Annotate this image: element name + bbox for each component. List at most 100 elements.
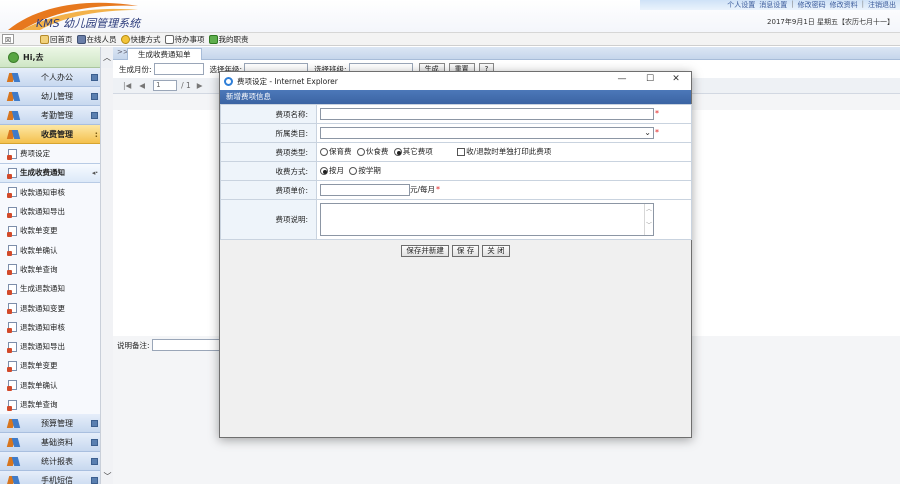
shortcuts-button[interactable]: 快捷方式 (120, 34, 161, 45)
fee-setting-dialog: 费项设定 - Internet Explorer — ☐ ✕ 新增费项信息 费项… (219, 71, 692, 438)
tab-bar: >> 生成收费通知单 (113, 47, 900, 60)
toggle-sidebar-button[interactable]: 図 (2, 34, 14, 44)
category-label: 所属类目: (220, 123, 317, 143)
sidebar-item-receipt-export[interactable]: 收款通知导出 (0, 202, 100, 221)
section-header: 新增费项信息 (220, 90, 691, 104)
method-radio-semester[interactable] (349, 166, 358, 175)
menu-group-basic-data[interactable]: 基础资料 (0, 433, 100, 453)
home-button[interactable]: 回首页 (40, 34, 73, 45)
expand-icon (91, 419, 98, 427)
fee-form: 费项名称: * 所属类目: ⌄ * 费项类型: 保育费 伙食费 其它费项 收/退款… (220, 104, 692, 240)
fee-desc-label: 费项说明: (220, 199, 317, 240)
save-button[interactable]: 保 存 (451, 245, 480, 257)
sidebar-item-receipt-confirm[interactable]: 收款单确认 (0, 240, 100, 259)
textarea-scrollbar[interactable]: ︿ ﹀ (644, 204, 653, 235)
separate-print-checkbox[interactable] (457, 147, 466, 156)
online-users-button[interactable]: 在线人员 (76, 34, 117, 45)
document-icon (7, 283, 17, 295)
date-display: 2017年9月1日 星期五【农历七月十一】 (767, 18, 894, 26)
document-icon (7, 380, 17, 392)
user-icon (8, 51, 19, 63)
dialog-titlebar: 费项设定 - Internet Explorer — ☐ ✕ (220, 72, 691, 90)
document-icon (7, 399, 17, 411)
sidebar-scrollbar[interactable]: ﹀ (100, 68, 113, 484)
change-password-link[interactable]: 修改密码 (798, 0, 826, 10)
unit-price-label: 费项单价: (220, 180, 317, 200)
first-page-icon[interactable]: |◀ (123, 81, 131, 90)
app-header: KMS 幼儿园管理系统 个人设置 消息设置 | 修改密码 修改资料 | 注销退出… (0, 0, 900, 32)
close-icon[interactable]: ✕ (662, 74, 690, 84)
menu-group-fee-management[interactable]: 收费管理 : (0, 125, 100, 144)
fee-type-radio-other[interactable] (393, 147, 402, 156)
dialog-buttons: 保存并新建 保 存 关 闭 (220, 245, 691, 257)
menu-group-reports[interactable]: 统计报表 (0, 452, 100, 472)
sidebar-item-refund-bill-change[interactable]: 退款单变更 (0, 356, 100, 375)
document-icon (7, 303, 17, 315)
active-arrow-icon: ◂· (91, 168, 98, 177)
document-icon (7, 322, 17, 334)
group-icon (8, 419, 19, 428)
edit-profile-link[interactable]: 修改资料 (830, 0, 858, 10)
minimize-icon[interactable]: — (608, 74, 636, 84)
group-icon (8, 476, 19, 484)
personal-settings-link[interactable]: 个人设置 (727, 0, 755, 10)
expand-icon (91, 73, 98, 81)
fee-type-radio-care[interactable] (320, 147, 328, 156)
remark-label: 说明备注: (117, 340, 150, 350)
sidebar-scroll-up-button[interactable]: ︿ (100, 47, 113, 68)
shortcut-icon (120, 34, 130, 44)
document-icon (7, 264, 17, 276)
toolbar: 図 回首页 在线人员 快捷方式 待办事项 我的职责 (0, 32, 900, 46)
expand-icon (91, 476, 98, 484)
sidebar-item-generate-refund[interactable]: 生成退款通知 (0, 279, 100, 298)
required-mark: * (436, 185, 441, 194)
month-input[interactable] (153, 63, 204, 75)
sidebar-item-refund-export[interactable]: 退款通知导出 (0, 337, 100, 356)
sidebar-item-refund-change[interactable]: 退款通知变更 (0, 298, 100, 317)
sidebar-item-refund-bill-confirm[interactable]: 退款单确认 (0, 376, 100, 395)
menu-group-sms[interactable]: 手机短信 (0, 471, 100, 484)
save-and-new-button[interactable]: 保存并新建 (401, 245, 449, 257)
dialog-title: 费项设定 - Internet Explorer (237, 76, 338, 86)
category-select[interactable]: ⌄ (320, 127, 654, 139)
sidebar-item-refund-audit[interactable]: 退款通知审核 (0, 318, 100, 337)
document-icon (7, 167, 17, 179)
collapse-icon: : (94, 129, 98, 139)
unit-price-input[interactable] (320, 184, 410, 196)
close-button[interactable]: 关 闭 (482, 245, 510, 257)
logout-link[interactable]: 注销退出 (868, 0, 896, 10)
remark-input[interactable] (151, 339, 222, 351)
document-icon (7, 148, 17, 160)
remark-row: 说明备注: (117, 339, 222, 351)
sidebar-item-refund-bill-query[interactable]: 退款单查询 (0, 395, 100, 414)
menu-group-child-management[interactable]: 幼儿管理 (0, 87, 100, 106)
sidebar-item-fee-setting[interactable]: 费项设定 (0, 144, 100, 163)
fee-name-input[interactable] (320, 108, 654, 120)
method-radio-monthly[interactable] (320, 166, 328, 175)
sidebar-item-receipt-query[interactable]: 收款单查询 (0, 260, 100, 279)
todo-button[interactable]: 待办事项 (164, 34, 205, 45)
menu-group-attendance[interactable]: 考勤管理 (0, 106, 100, 125)
sidebar-item-generate-fee-notice[interactable]: 生成收费通知 ◂· (0, 163, 100, 183)
fee-type-radio-meals[interactable] (356, 147, 365, 156)
sidebar-item-receipt-audit[interactable]: 收款通知审核 (0, 183, 100, 202)
menu-group-personal-office[interactable]: 个人办公 (0, 68, 100, 87)
my-duties-button[interactable]: 我的职责 (208, 34, 249, 45)
group-icon (8, 457, 19, 466)
page-input[interactable]: 1 (153, 80, 178, 91)
charge-method-label: 收费方式: (220, 161, 317, 181)
sidebar-item-receipt-change[interactable]: 收款单变更 (0, 221, 100, 240)
tab-generate-fee-notice[interactable]: 生成收费通知单 (127, 48, 202, 60)
menu-group-budget[interactable]: 预算管理 (0, 414, 100, 434)
next-page-icon[interactable]: ▶ (197, 81, 203, 90)
document-icon (7, 341, 17, 353)
fee-desc-textarea[interactable]: ︿ ﹀ (320, 203, 654, 236)
prev-page-icon[interactable]: ◀ (139, 81, 145, 90)
maximize-icon[interactable]: ☐ (636, 74, 664, 84)
document-icon (7, 245, 17, 257)
user-greeting: Hi,去 (0, 47, 112, 68)
group-icon (8, 73, 19, 82)
users-icon (76, 34, 86, 44)
month-label: 生成月份: (119, 64, 152, 74)
message-settings-link[interactable]: 消息设置 (759, 0, 787, 10)
